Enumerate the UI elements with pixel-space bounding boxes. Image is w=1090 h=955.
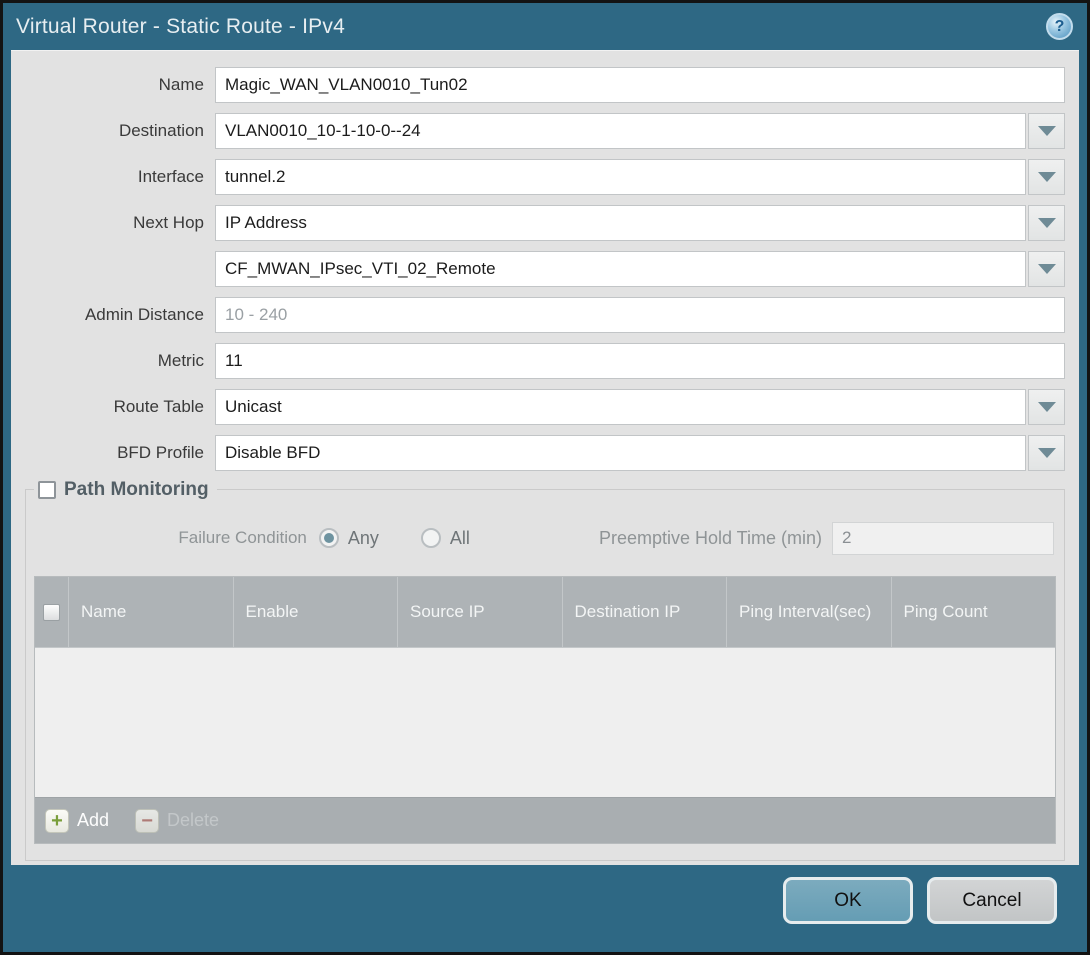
destination-label: Destination <box>25 121 215 141</box>
ok-button[interactable]: OK <box>783 877 913 924</box>
radio-option-all[interactable]: All <box>421 528 470 549</box>
help-icon[interactable]: ? <box>1046 13 1073 40</box>
name-label: Name <box>25 75 215 95</box>
route-table-label: Route Table <box>25 397 215 417</box>
chevron-down-icon <box>1038 218 1056 228</box>
next-hop-address-dropdown-button[interactable] <box>1028 251 1065 287</box>
path-monitoring-options-row: Failure Condition Any All Preemptive Hol… <box>36 520 1054 556</box>
dialog-title: Virtual Router - Static Route - IPv4 <box>16 15 345 39</box>
bfd-profile-dropdown-button[interactable] <box>1028 435 1065 471</box>
column-header-name: Name <box>69 577 234 647</box>
path-monitoring-legend: Path Monitoring <box>34 479 217 501</box>
route-table-dropdown-button[interactable] <box>1028 389 1065 425</box>
chevron-down-icon <box>1038 126 1056 136</box>
radio-option-any[interactable]: Any <box>319 528 379 549</box>
form-row-name: Name <box>25 67 1065 103</box>
path-monitoring-table: Name Enable Source IP Destination IP Pin… <box>34 576 1056 844</box>
form-row-next-hop: Next Hop <box>25 205 1065 241</box>
destination-input[interactable] <box>215 113 1026 149</box>
failure-condition-label: Failure Condition <box>36 528 319 548</box>
column-header-destination-ip: Destination IP <box>563 577 728 647</box>
help-glyph: ? <box>1055 18 1065 36</box>
chevron-down-icon <box>1038 264 1056 274</box>
delete-button-label: Delete <box>167 810 219 831</box>
add-button-label: Add <box>77 810 109 831</box>
radio-any-icon[interactable] <box>319 528 339 548</box>
column-header-enable: Enable <box>234 577 399 647</box>
table-header-checkbox-cell <box>35 577 69 647</box>
form-row-interface: Interface <box>25 159 1065 195</box>
admin-distance-input[interactable] <box>215 297 1065 333</box>
name-input[interactable] <box>215 67 1065 103</box>
dialog-body: Name Destination Interface Next Hop <box>11 50 1079 865</box>
preemptive-hold-time-input[interactable] <box>832 522 1054 555</box>
bfd-profile-input[interactable] <box>215 435 1026 471</box>
table-body <box>35 647 1055 797</box>
form-row-bfd-profile: BFD Profile <box>25 435 1065 471</box>
chevron-down-icon <box>1038 402 1056 412</box>
form-row-admin-distance: Admin Distance <box>25 297 1065 333</box>
path-monitoring-title: Path Monitoring <box>64 479 209 501</box>
form-row-metric: Metric <box>25 343 1065 379</box>
dialog-footer: OK Cancel <box>6 868 1084 946</box>
select-all-checkbox[interactable] <box>43 604 60 621</box>
path-monitoring-section: Path Monitoring Failure Condition Any Al… <box>25 489 1065 861</box>
delete-button[interactable]: − Delete <box>135 809 219 833</box>
form-row-destination: Destination <box>25 113 1065 149</box>
metric-label: Metric <box>25 351 215 371</box>
metric-input[interactable] <box>215 343 1065 379</box>
radio-all-label: All <box>450 528 470 549</box>
form-row-next-hop-address <box>25 251 1065 287</box>
table-header-row: Name Enable Source IP Destination IP Pin… <box>35 577 1055 647</box>
column-header-ping-interval: Ping Interval(sec) <box>727 577 892 647</box>
path-monitoring-checkbox[interactable] <box>38 481 56 499</box>
next-hop-type-dropdown-button[interactable] <box>1028 205 1065 241</box>
admin-distance-label: Admin Distance <box>25 305 215 325</box>
form-row-route-table: Route Table <box>25 389 1065 425</box>
bfd-profile-label: BFD Profile <box>25 443 215 463</box>
dialog-titlebar: Virtual Router - Static Route - IPv4 ? <box>3 3 1087 50</box>
add-button[interactable]: + Add <box>45 809 109 833</box>
next-hop-type-input[interactable] <box>215 205 1026 241</box>
cancel-button[interactable]: Cancel <box>927 877 1057 924</box>
chevron-down-icon <box>1038 448 1056 458</box>
plus-icon: + <box>45 809 69 833</box>
interface-dropdown-button[interactable] <box>1028 159 1065 195</box>
table-toolbar: + Add − Delete <box>35 797 1055 843</box>
preemptive-hold-time-label: Preemptive Hold Time (min) <box>599 528 822 549</box>
chevron-down-icon <box>1038 172 1056 182</box>
failure-condition-radio-group: Any All <box>319 528 502 549</box>
route-table-input[interactable] <box>215 389 1026 425</box>
radio-any-label: Any <box>348 528 379 549</box>
column-header-ping-count: Ping Count <box>892 577 1056 647</box>
destination-dropdown-button[interactable] <box>1028 113 1065 149</box>
interface-label: Interface <box>25 167 215 187</box>
column-header-source-ip: Source IP <box>398 577 563 647</box>
interface-input[interactable] <box>215 159 1026 195</box>
minus-icon: − <box>135 809 159 833</box>
next-hop-address-input[interactable] <box>215 251 1026 287</box>
next-hop-label: Next Hop <box>25 213 215 233</box>
radio-all-icon[interactable] <box>421 528 441 548</box>
static-route-dialog: Virtual Router - Static Route - IPv4 ? N… <box>0 0 1090 955</box>
